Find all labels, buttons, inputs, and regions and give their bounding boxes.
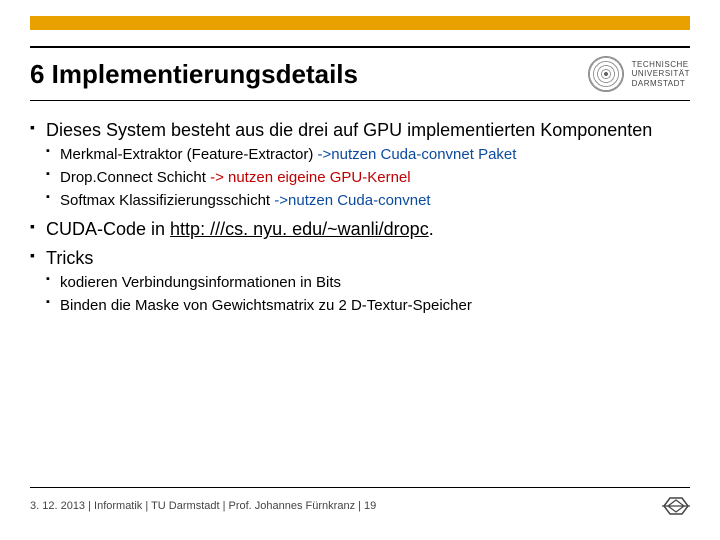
bullet-3-2: Binden die Maske von Gewichtsmatrix zu 2…	[46, 295, 690, 316]
bullet-1-3: Softmax Klassifizierungsschicht ->nutzen…	[46, 190, 690, 211]
footer-logo-icon	[662, 494, 690, 518]
university-logo: TECHNISCHE UNIVERSITÄT DARMSTADT	[588, 56, 690, 92]
bullet-2-pre: CUDA-Code in	[46, 219, 170, 239]
bullet-3-1: kodieren Verbindungsinformationen in Bit…	[46, 272, 690, 293]
bullet-3-text: Tricks	[46, 248, 93, 268]
title-row: 6 Implementierungsdetails TECHNISCHE UNI…	[30, 56, 690, 92]
bullet-1-3-blue: ->nutzen Cuda-convnet	[274, 192, 430, 209]
university-name: TECHNISCHE UNIVERSITÄT DARMSTADT	[632, 60, 690, 89]
bullet-1-2: Drop.Connect Schicht -> nutzen eigeine G…	[46, 167, 690, 188]
cuda-code-link[interactable]: http: ///cs. nyu. edu/~wanli/dropc	[170, 219, 429, 239]
bullet-3: Tricks kodieren Verbindungsinformationen…	[30, 246, 690, 316]
bullet-1-1-black: Merkmal-Extraktor (Feature-Extractor)	[60, 146, 318, 163]
slide-title: 6 Implementierungsdetails	[30, 59, 358, 90]
footer: 3. 12. 2013 | Informatik | TU Darmstadt …	[30, 494, 690, 518]
accent-band	[30, 16, 690, 30]
bullet-1-1-blue: ->nutzen Cuda-convnet Paket	[318, 146, 517, 163]
bullet-1: Dieses System besteht aus die drei auf G…	[30, 118, 690, 211]
bullet-1-1: Merkmal-Extraktor (Feature-Extractor) ->…	[46, 144, 690, 165]
divider-top	[30, 46, 690, 48]
footer-text: 3. 12. 2013 | Informatik | TU Darmstadt …	[30, 500, 376, 512]
bullet-1-2-black: Drop.Connect Schicht	[60, 169, 210, 186]
bullet-2-post: .	[429, 219, 434, 239]
bullet-2: CUDA-Code in http: ///cs. nyu. edu/~wanl…	[30, 217, 690, 241]
bullet-1-text: Dieses System besteht aus die drei auf G…	[46, 120, 652, 140]
bullet-1-3-black: Softmax Klassifizierungsschicht	[60, 192, 274, 209]
university-seal-icon	[588, 56, 624, 92]
divider-bottom	[30, 487, 690, 488]
bullet-1-2-red: -> nutzen eigeine GPU-Kernel	[210, 169, 411, 186]
content-area: Dieses System besteht aus die drei auf G…	[30, 118, 690, 322]
divider-mid	[30, 100, 690, 101]
